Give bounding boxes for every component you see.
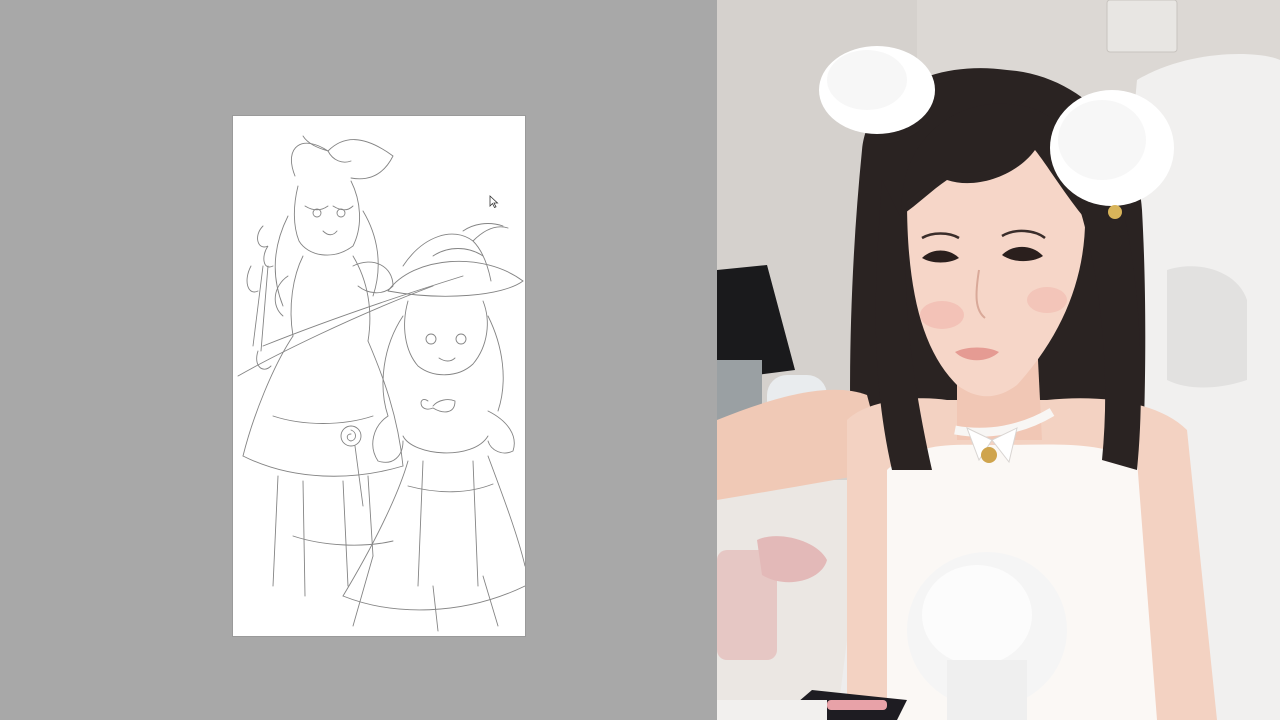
arrow-cursor-icon xyxy=(489,195,499,214)
webcam-feed xyxy=(717,0,1280,720)
drawing-workspace xyxy=(0,0,717,720)
pencil-sketch xyxy=(237,135,525,632)
webcam-image xyxy=(717,0,1280,720)
drawing-canvas[interactable] xyxy=(233,116,525,636)
